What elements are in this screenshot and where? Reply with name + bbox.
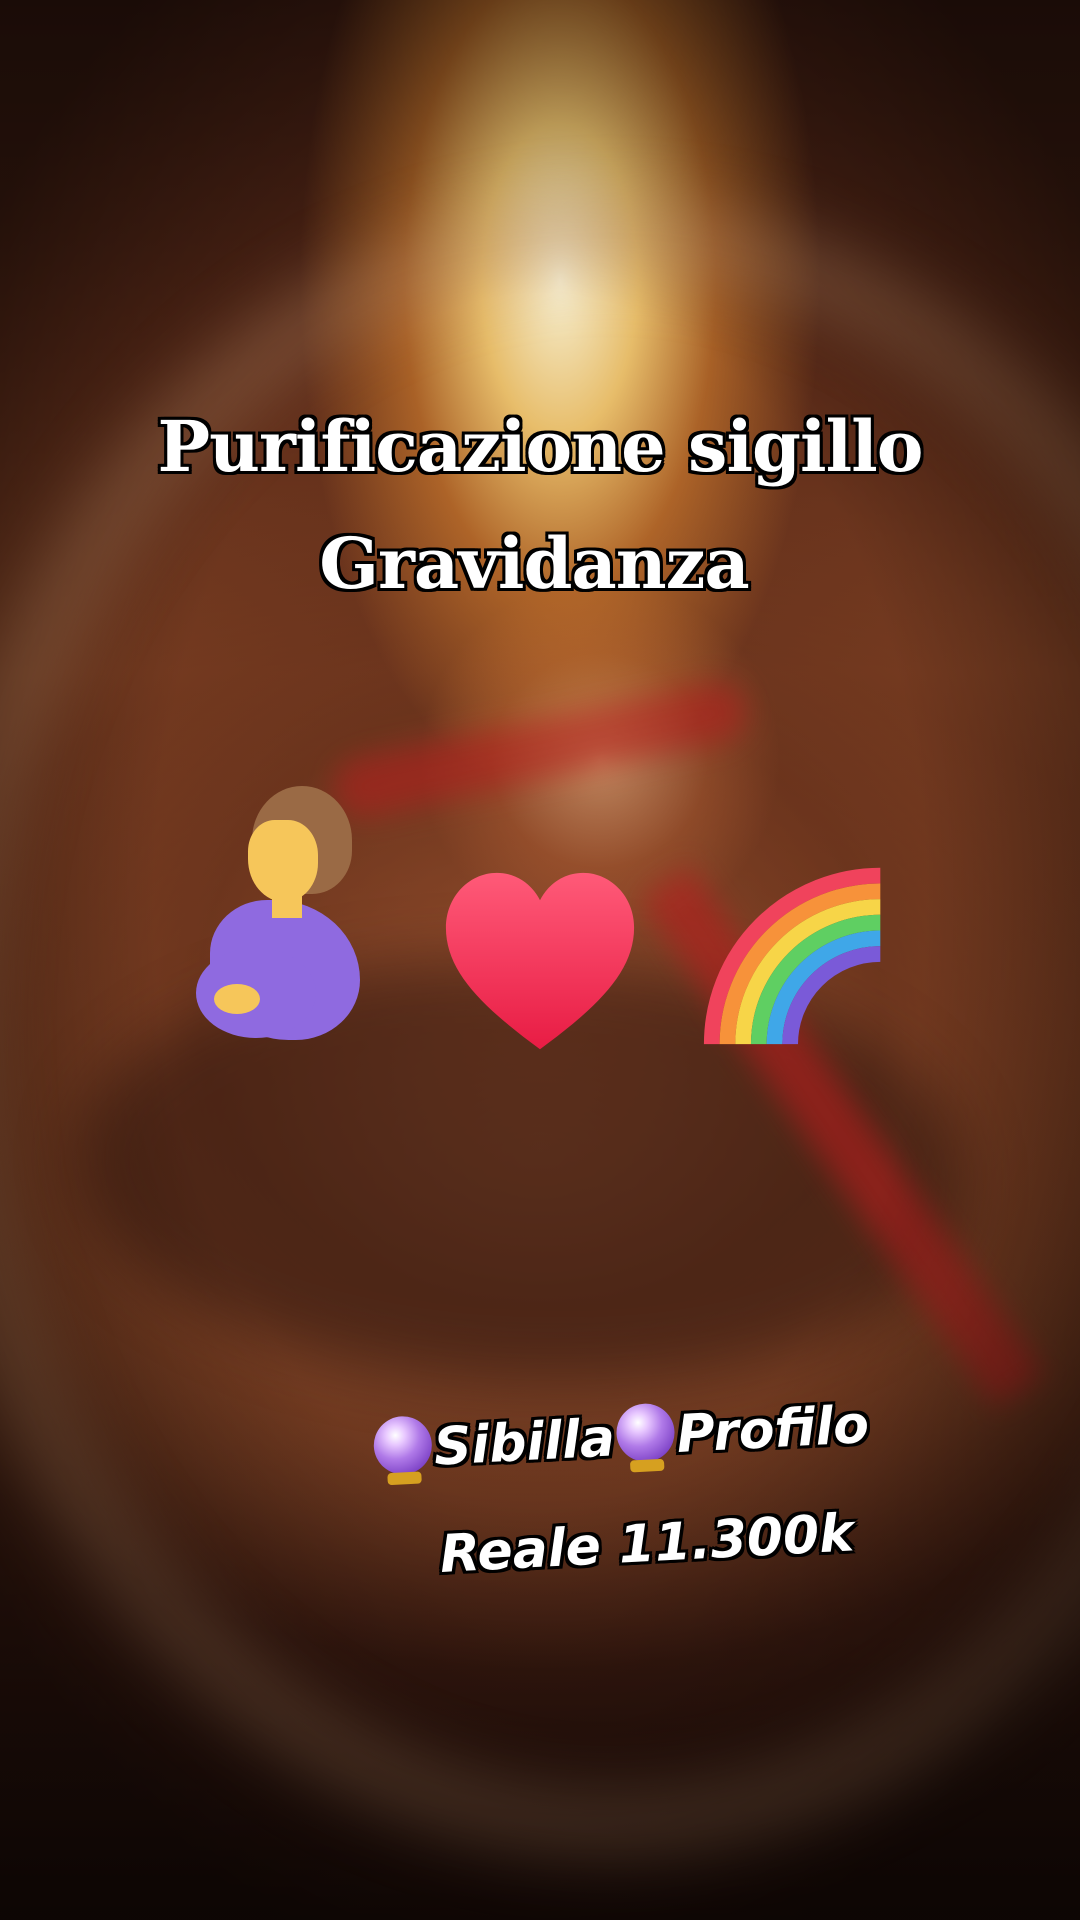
creator-credit-line-2: Reale 11.300k: [438, 1503, 856, 1585]
crystal-ball-icon: [615, 1402, 677, 1464]
crystal-ball-icon: [372, 1414, 434, 1476]
background-ribbon: [328, 676, 752, 824]
pregnant-woman-icon: [190, 780, 380, 1050]
creator-profile-label: Profilo: [675, 1395, 871, 1465]
creator-name: Sibilla: [432, 1408, 617, 1478]
rainbow-icon: [700, 856, 896, 1052]
video-frame: Purificazione sigillo Gravidanza Sibilla…: [0, 0, 1080, 1920]
creator-credit-line-1: Sibilla Profilo: [370, 1392, 870, 1481]
caption-title-line-2: Gravidanza: [319, 522, 750, 605]
red-heart-icon: [442, 868, 638, 1058]
caption-title-line-1: Purificazione sigillo: [157, 405, 924, 488]
